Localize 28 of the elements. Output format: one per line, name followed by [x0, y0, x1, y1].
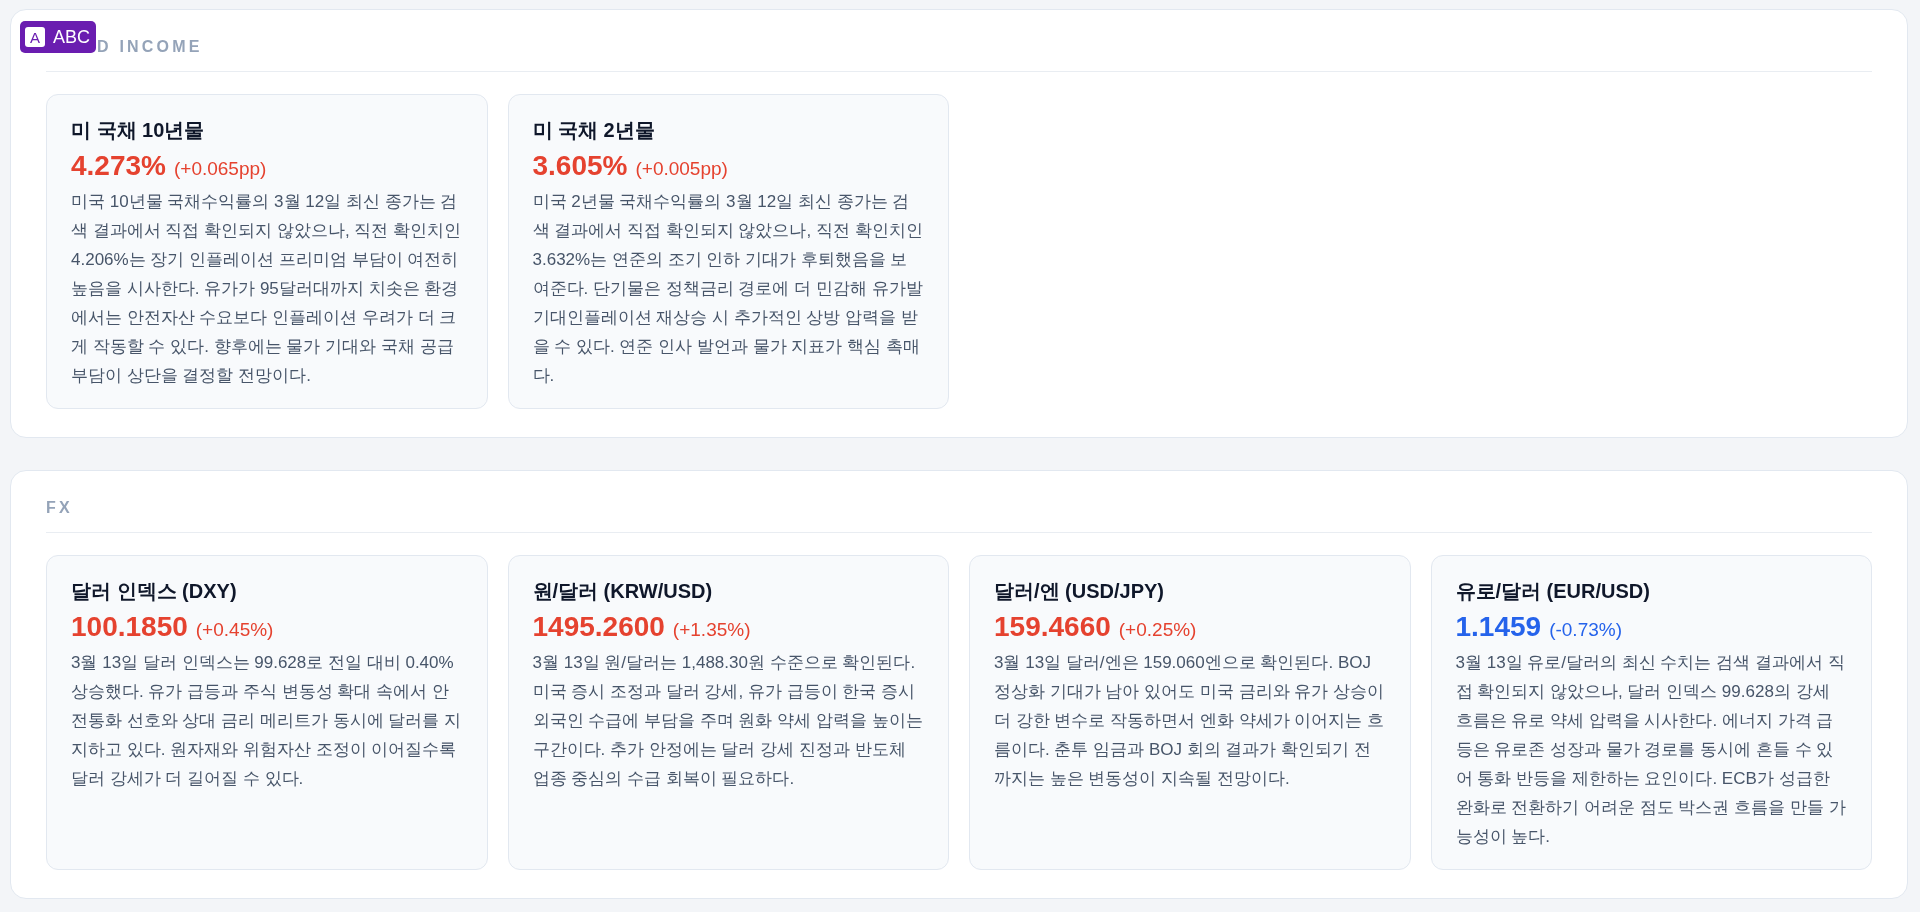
letter-tile: A [25, 27, 45, 47]
card-description: 3월 13일 유로/달러의 최신 수치는 검색 결과에서 직접 확인되지 않았으나, 달러 인덱스 99.628의 강세 흐름은 유로 약세 압력을 시사한다. 에너지 가격 급등은 유로존 성장과 물가 경로를 동시에 흔들 수 있어 통화 반등을 제한하는 요인이다. ECB가 성급한 완화로 전환하기 어려운 점도 박스권 흐름을 만들 가능성이 높다. [1455, 652, 1847, 848]
card-description: 미국 10년물 국채수익률의 3월 12일 최신 종가는 검색 결과에서 직접 확인되지 않았으나, 직전 확인치인 4.206%는 장기 인플레이션 프리미엄 부담이 여전히 높음을 시사한다. 유가가 95달러대까지 치솟은 환경에서는 안전자산 수요보다 인플레이션 우려가 더 크게 작동할 수 있다. 향후에는 물가 기대와 국채 공급 부담이 상단을 결정할 전망이다. [71, 191, 463, 387]
quote-value: 1.1459 [1455, 611, 1542, 643]
card-title: 미 국채 2년물 [532, 118, 656, 143]
section-heading: FX [46, 499, 73, 516]
card-title: 달러/엔 (USD/JPY) [994, 579, 1166, 604]
change-text: (+1.35%) [672, 619, 751, 641]
quote-value: 159.4660 [994, 611, 1111, 643]
card-title: 유로/달러 (EUR/USD) [1455, 579, 1651, 604]
change-text: (-0.73%) [1549, 619, 1622, 641]
card-title: 미 국채 10년물 [71, 118, 206, 143]
card-description: 3월 13일 원/달러는 1,488.30원 수준으로 확인된다. 미국 증시 조정과 달러 강세, 유가 급등이 한국 증시 외국인 수급에 부담을 주며 원화 약세 압력을 높이는 구간이다. 추가 안정에는 달러 강세 진정과 반도체 업종 중심의 수급 회복이 필요하다. [532, 652, 924, 790]
card-description: 3월 13일 달러 인덱스는 99.628로 전일 대비 0.40% 상승했다. 유가 급등과 주식 변동성 확대 속에서 안전통화 선호와 상대 금리 메리트가 동시에 달러를 지지하고 있다. 원자재와 위험자산 조정이 이어질수록 달러 강세가 더 길어질 수 있다. [71, 652, 463, 790]
card-title: 원/달러 (KRW/USD) [532, 579, 714, 604]
quote-value: 4.273% [71, 150, 166, 182]
quote-value: 3.605% [532, 150, 628, 182]
card-description: 미국 2년물 국채수익률의 3월 12일 최신 종가는 검색 결과에서 직접 확인되지 않았으나, 직전 확인치인 3.632%는 연준의 조기 인하 기대가 후퇴했음을 보여준다. 단기물은 정책금리 경로에 더 민감해 유가발 기대인플레이션 재상승 시 추가적인 상방 압력을 받을 수 있다. 연준 인사 발언과 물가 지표가 핵심 촉매다. [532, 191, 924, 387]
change-text: (+0.065pp) [173, 158, 267, 180]
overlay-button[interactable]: A ABC [20, 21, 96, 53]
card-title: 달러 인덱스 (DXY) [71, 579, 238, 604]
quote-value: 100.1850 [71, 611, 188, 643]
change-text: (+0.25%) [1118, 619, 1197, 641]
card-description: 3월 13일 달러/엔은 159.060엔으로 확인된다. BOJ 정상화 기대가 남아 있어도 미국 금리와 유가 상승이 더 강한 변수로 작동하면서 엔화 약세가 이어지는 흐름이다. 춘투 임금과 BOJ 회의 결과가 확인되기 전까지는 높은 변동성이 지속될 전망이다. [994, 652, 1386, 790]
change-text: (+0.45%) [195, 619, 274, 641]
change-text: (+0.005pp) [635, 158, 728, 180]
section-heading: D INCOME [97, 38, 203, 55]
quote-value: 1495.2600 [532, 611, 665, 643]
